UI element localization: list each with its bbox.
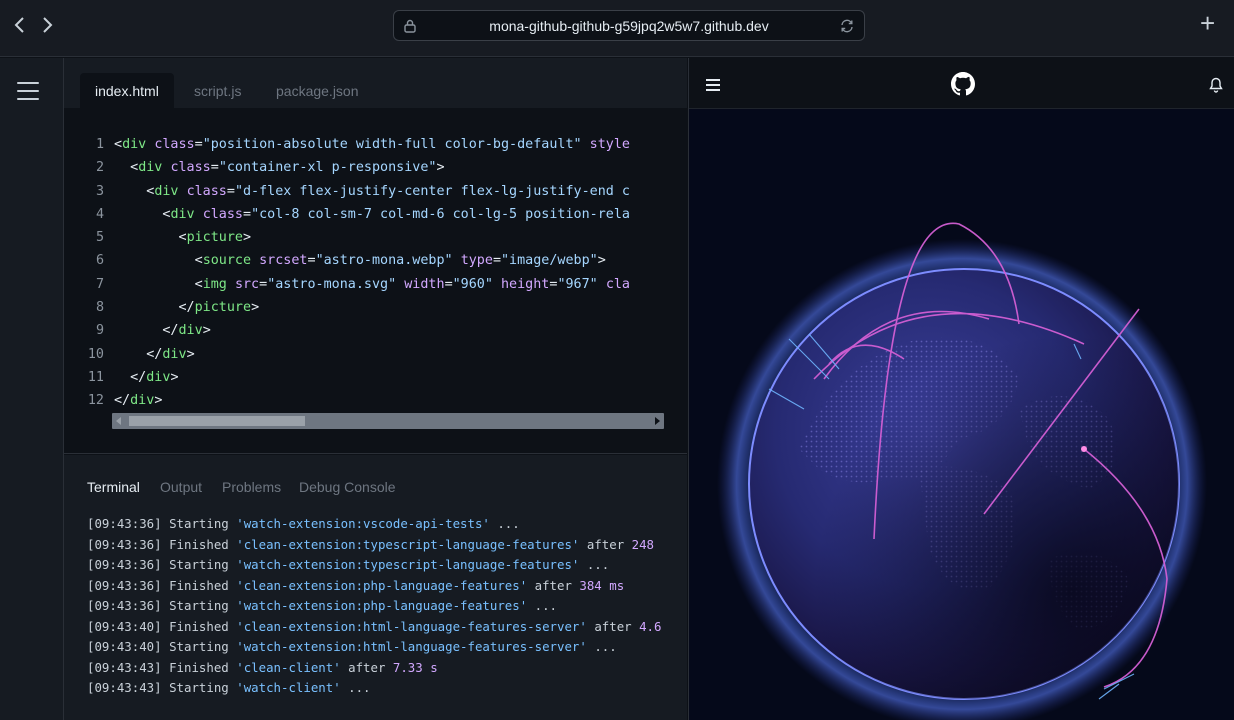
editor-tab-bar: index.html script.js package.json [64,58,687,108]
forward-button[interactable] [36,14,58,36]
github-logo-icon[interactable] [951,72,975,96]
scrollbar-thumb[interactable] [129,416,305,426]
code-line: 7 <img src="astro-mona.svg" width="960" … [64,273,664,296]
code-line: 9 </div> [64,319,664,342]
code-line: 3 <div class="d-flex flex-justify-center… [64,180,664,203]
code-line: 6 <source srcset="astro-mona.webp" type=… [64,249,664,272]
tab-index-html[interactable]: index.html [80,73,174,108]
line-number: 6 [95,253,104,269]
line-number: 2 [95,160,104,176]
address-bar[interactable]: mona-github-github-g59jpq2w5w7.github.de… [393,10,865,41]
terminal-line: [09:43:40] Finished 'clean-extension:htm… [87,618,662,634]
terminal-line: [09:43:36] Starting 'watch-extension:typ… [87,557,610,572]
chevron-right-icon [43,17,53,33]
terminal-line: [09:43:43] Starting 'watch-client' ... [87,680,371,695]
code-line: 5 <picture> [64,226,664,249]
hamburger-icon[interactable] [706,79,720,91]
terminal-panel: Terminal Output Problems Debug Console [… [64,455,687,720]
preview-header [689,58,1234,109]
code-line: 4 <div class="col-8 col-sm-7 col-md-6 co… [64,203,664,226]
line-number: 5 [95,230,104,246]
line-number: 8 [95,300,104,316]
tab-terminal[interactable]: Terminal [87,479,140,495]
globe-illustration [717,222,1207,720]
code-line: 10 </div> [64,343,664,366]
code-line: 12 </div> [64,389,664,412]
line-number: 4 [95,206,104,222]
terminal-line: [09:43:40] Starting 'watch-extension:htm… [87,639,617,654]
reload-icon[interactable] [839,18,855,34]
code-line: 2 <div class="container-xl p-responsive"… [64,156,664,179]
terminal-line: [09:43:36] Starting 'watch-extension:vsc… [87,516,520,531]
code-line: 11 </div> [64,366,664,389]
terminal-output[interactable]: [09:43:36] Starting 'watch-extension:vsc… [87,514,667,699]
line-number: 11 [87,369,104,385]
tab-problems[interactable]: Problems [222,479,281,495]
code-line: 8 </picture> [64,296,664,319]
chevron-left-icon [14,17,24,33]
scroll-left-icon[interactable] [116,417,121,425]
browser-toolbar: mona-github-github-g59jpq2w5w7.github.de… [0,0,1234,57]
tab-output[interactable]: Output [160,479,202,495]
back-button[interactable] [9,14,31,36]
horizontal-scrollbar[interactable] [112,413,664,429]
url-text[interactable]: mona-github-github-g59jpq2w5w7.github.de… [394,18,864,34]
line-number: 3 [95,183,104,199]
terminal-line: [09:43:36] Finished 'clean-extension:php… [87,577,625,593]
terminal-line: [09:43:43] Finished 'clean-client' after… [87,659,438,675]
terminal-line: [09:43:36] Finished 'clean-extension:typ… [87,536,654,552]
code-editor: index.html script.js package.json 1 <div … [64,58,687,454]
code-area[interactable]: 1 <div class="position-absolute width-ful… [64,133,664,413]
scroll-right-icon[interactable] [655,417,660,425]
new-tab-button[interactable]: + [1200,10,1215,36]
web-preview [688,58,1234,720]
tab-package-json[interactable]: package.json [261,73,374,108]
line-number: 10 [87,346,104,362]
line-number: 12 [87,393,104,409]
line-number: 9 [95,323,104,339]
terminal-line: [09:43:36] Starting 'watch-extension:php… [87,598,558,613]
menu-icon[interactable] [17,82,39,100]
tab-debug-console[interactable]: Debug Console [299,479,396,495]
code-line: 1 <div class="position-absolute width-ful… [64,133,664,156]
tab-script-js[interactable]: script.js [179,73,256,108]
line-number: 1 [95,137,104,152]
line-number: 7 [95,276,104,292]
activity-bar [0,58,64,720]
bell-icon[interactable] [1208,77,1224,93]
